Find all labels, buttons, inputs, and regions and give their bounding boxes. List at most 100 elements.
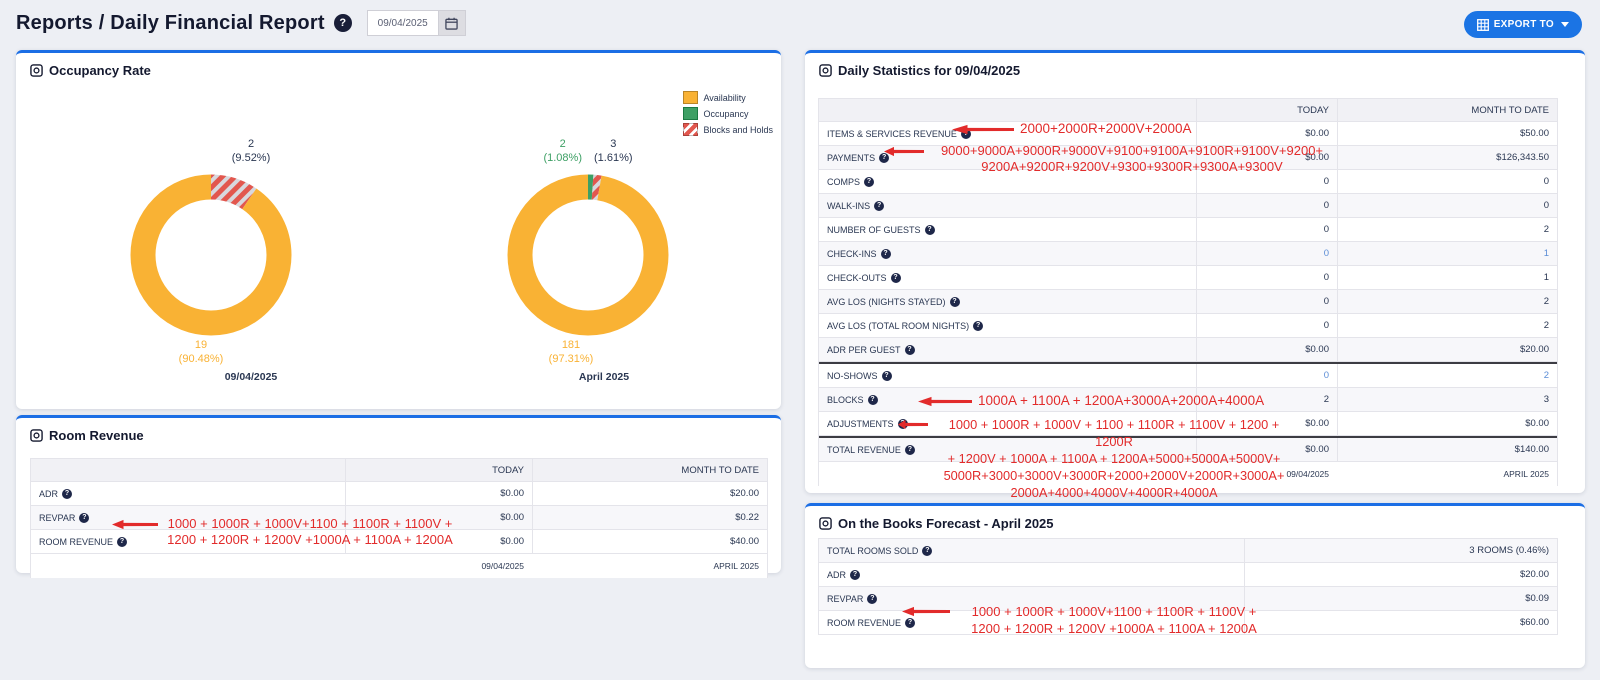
calendar-button[interactable] (438, 10, 466, 36)
table-footer-row: 09/04/2025APRIL 2025 (31, 554, 767, 578)
cell-month-to-date: 2 (1337, 314, 1557, 337)
annotation-forecast-room-revenue: 1000 + 1000R + 1000V+1100 + 1100R + 1100… (902, 603, 1272, 637)
row-label: AVG LOS (NIGHTS STAYED) (827, 297, 946, 307)
table-row: NO-SHOWS?02 (819, 362, 1557, 388)
cell-value: $0.09 (1244, 587, 1557, 610)
row-label: REVPAR (827, 594, 863, 604)
legend-item-occupancy[interactable]: Occupancy (683, 107, 773, 120)
availability-count: 19 (195, 338, 207, 352)
report-icon (819, 517, 832, 530)
row-label: ITEMS & SERVICES REVENUE (827, 129, 957, 139)
blocks-label: 2 (9.52%) (232, 137, 271, 165)
cell-month-to-date: $140.00 (1337, 438, 1557, 461)
row-label: AVG LOS (TOTAL ROOM NIGHTS) (827, 321, 969, 331)
blocks-count: 3 (610, 137, 616, 151)
occupancy-rate-card: Occupancy Rate Availability Occupancy Bloc… (16, 50, 781, 409)
page-header: Reports / Daily Financial Report ? (16, 10, 466, 36)
legend-item-availability[interactable]: Availability (683, 91, 773, 104)
help-icon[interactable]: ? (62, 489, 72, 499)
column-header: MONTH TO DATE (1337, 99, 1557, 121)
red-arrow-icon (918, 396, 972, 407)
annotation-room-revenue: 1000 + 1000R + 1000V+1100 + 1100R + 1100… (112, 516, 456, 548)
table-header-row: TODAYMONTH TO DATE (819, 99, 1557, 122)
occupancy-donut-today (126, 170, 296, 340)
column-header: TODAY (1196, 99, 1337, 121)
availability-label: 19 (90.48%) (179, 338, 224, 366)
help-icon[interactable]: ? (950, 297, 960, 307)
help-icon[interactable]: ? (874, 201, 884, 211)
table-row: ADR?$20.00 (819, 563, 1557, 587)
red-arrow-icon (898, 419, 928, 430)
cell-today: 0 (1196, 242, 1337, 265)
help-icon[interactable]: ? (891, 273, 901, 283)
help-icon[interactable]: ? (334, 14, 352, 32)
export-to-button[interactable]: EXPORT TO (1464, 11, 1582, 38)
daily-stats-card-title-text: Daily Statistics for 09/04/2025 (838, 63, 1020, 78)
header-spacer (819, 99, 1196, 121)
help-icon[interactable]: ? (867, 594, 877, 604)
table-row: ADR?$0.00$20.00 (31, 482, 767, 506)
availability-label: 181 (97.31%) (549, 338, 594, 366)
export-to-label: EXPORT TO (1494, 19, 1554, 30)
help-icon[interactable]: ? (881, 249, 891, 259)
annotation-line: 2000+2000R+2000V+2000A (1020, 121, 1192, 137)
blocks-pct: (1.61%) (594, 151, 633, 165)
cell-month-to-date: 2 (1337, 218, 1557, 241)
date-input[interactable] (367, 10, 438, 36)
row-label: ROOM REVENUE (827, 618, 901, 628)
donut-today-bottom-label: 19 (90.48%) (126, 338, 276, 366)
row-label: TOTAL ROOMS SOLD (827, 546, 918, 556)
help-icon[interactable]: ? (925, 225, 935, 235)
donut-today-date: 09/04/2025 (161, 371, 341, 383)
help-icon[interactable]: ? (922, 546, 932, 556)
occupancy-card-title: Occupancy Rate (30, 63, 151, 78)
forecast-card-title: On the Books Forecast - April 2025 (819, 516, 1054, 531)
cell-month-to-date: $50.00 (1337, 122, 1557, 145)
report-date-picker (367, 10, 466, 36)
donut-today-top-labels: 2 (9.52%) (166, 137, 336, 165)
legend-swatch-icon (683, 123, 698, 136)
blocks-count: 2 (248, 137, 254, 151)
annotation-payments: 9000+9000A+9000R+9000V+9100+9100A+9100R+… (884, 143, 1334, 175)
help-icon[interactable]: ? (973, 321, 983, 331)
cell-today: $0.00 (1196, 338, 1337, 361)
row-label: ADR (39, 489, 58, 499)
help-icon[interactable]: ? (868, 395, 878, 405)
cell-today: 0 (1196, 314, 1337, 337)
annotation-line: 1200 + 1200R + 1200V +1000A + 1100A + 12… (164, 532, 456, 548)
table-row: CHECK-OUTS?01 (819, 266, 1557, 290)
help-icon[interactable]: ? (79, 513, 89, 523)
legend-item-blocks-and-holds[interactable]: Blocks and Holds (683, 123, 773, 136)
cell-month-to-date: $126,343.50 (1337, 146, 1557, 169)
table-row: ADR PER GUEST?$0.00$20.00 (819, 338, 1557, 362)
help-icon[interactable]: ? (850, 570, 860, 580)
cell-month-to-date: 0 (1337, 194, 1557, 217)
row-label: ADJUSTMENTS (827, 419, 894, 429)
cell-today: 0 (1196, 290, 1337, 313)
row-label: ADR PER GUEST (827, 345, 901, 355)
row-label: TOTAL REVENUE (827, 445, 901, 455)
cell-today: 0 (1196, 218, 1337, 241)
red-arrow-icon (952, 124, 1014, 135)
annotation-line: 1000 + 1000R + 1000V + 1100 + 1100R + 11… (934, 416, 1294, 450)
forecast-card-title-text: On the Books Forecast - April 2025 (838, 516, 1054, 531)
footer-date-month: APRIL 2025 (532, 554, 767, 578)
help-icon[interactable]: ? (905, 345, 915, 355)
row-label-cell: NO-SHOWS? (819, 364, 1196, 387)
occupancy-pct: (1.08%) (543, 151, 582, 165)
red-arrow-icon (112, 519, 158, 530)
availability-pct: (97.31%) (549, 352, 594, 366)
cell-today: $0.00 (1196, 122, 1337, 145)
help-icon[interactable]: ? (882, 371, 892, 381)
table-row: NUMBER OF GUESTS?02 (819, 218, 1557, 242)
room-revenue-card-title-text: Room Revenue (49, 428, 144, 443)
blocks-pct: (9.52%) (232, 151, 271, 165)
row-label: BLOCKS (827, 395, 864, 405)
legend-swatch-icon (683, 107, 698, 120)
cell-today: 0 (1196, 194, 1337, 217)
cell-month-to-date: $0.00 (1337, 412, 1557, 435)
help-icon[interactable]: ? (864, 177, 874, 187)
annotation-line: + 1200V + 1000A + 1100A + 1200A+5000+500… (934, 450, 1294, 467)
daily-stats-card-title: Daily Statistics for 09/04/2025 (819, 63, 1020, 78)
row-label: CHECK-OUTS (827, 273, 887, 283)
